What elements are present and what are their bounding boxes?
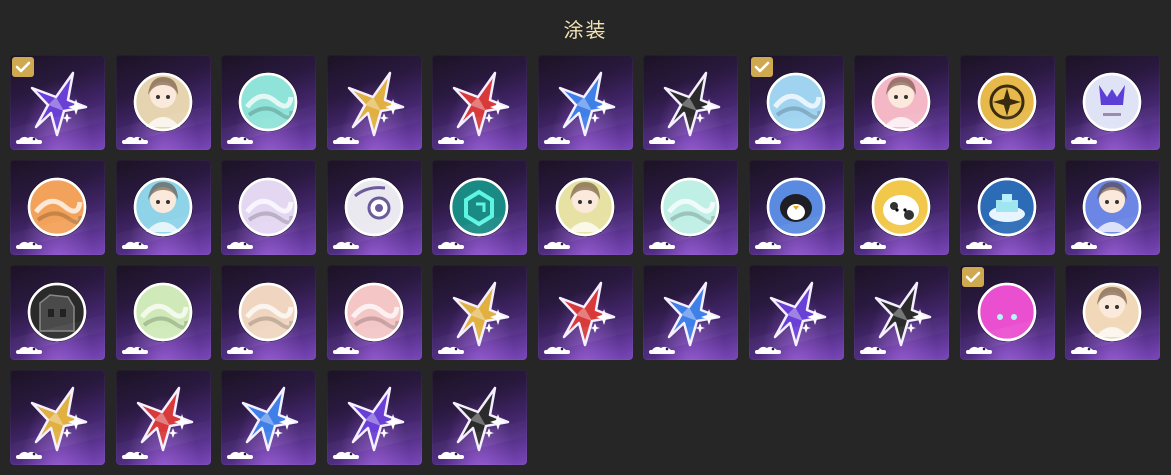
equipped-check-icon <box>961 267 984 287</box>
vehicle-type-icon <box>860 240 886 250</box>
skin-tile[interactable] <box>537 265 633 360</box>
vehicle-type-icon <box>1071 345 1097 355</box>
vehicle-type-icon <box>16 240 42 250</box>
vehicle-type-icon <box>121 345 148 355</box>
skin-tile[interactable] <box>537 55 633 150</box>
skin-tile[interactable] <box>959 160 1055 255</box>
skin-tile[interactable] <box>643 160 738 255</box>
skin-tile[interactable] <box>326 160 422 255</box>
skin-tile[interactable] <box>643 55 738 150</box>
vehicle-type-icon <box>649 345 675 355</box>
skin-tile[interactable] <box>221 55 316 150</box>
vehicle-type-icon <box>438 450 464 460</box>
vehicle-type-icon <box>332 345 359 355</box>
equipped-check-icon <box>750 57 773 77</box>
skin-tile[interactable] <box>959 265 1055 360</box>
vehicle-type-icon <box>121 450 148 460</box>
skin-tile[interactable] <box>432 370 527 465</box>
vehicle-type-icon <box>965 345 992 355</box>
skin-tile[interactable] <box>854 160 949 255</box>
skin-tile[interactable] <box>1065 265 1160 360</box>
vehicle-type-icon <box>16 345 42 355</box>
vehicle-type-icon <box>227 345 253 355</box>
skin-tile[interactable] <box>748 55 844 150</box>
vehicle-type-icon <box>965 135 992 145</box>
skin-tile[interactable] <box>1065 160 1160 255</box>
vehicle-type-icon <box>438 135 464 145</box>
vehicle-type-icon <box>649 135 675 145</box>
skin-tile[interactable] <box>115 55 211 150</box>
skin-tile[interactable] <box>221 370 316 465</box>
skin-tile[interactable] <box>221 160 316 255</box>
vehicle-type-icon <box>1071 240 1097 250</box>
panel-title: 涂装 <box>563 18 608 42</box>
skin-tile[interactable] <box>10 370 105 465</box>
skin-tile[interactable] <box>221 265 316 360</box>
skin-tile[interactable] <box>432 55 527 150</box>
vehicle-type-icon <box>438 240 464 250</box>
vehicle-type-icon <box>965 240 992 250</box>
vehicle-type-icon <box>1071 135 1097 145</box>
skin-tile[interactable] <box>326 370 422 465</box>
vehicle-type-icon <box>16 135 42 145</box>
vehicle-type-icon <box>860 345 886 355</box>
skin-tile[interactable] <box>432 265 527 360</box>
skin-tile[interactable] <box>115 370 211 465</box>
vehicle-type-icon <box>332 135 359 145</box>
skin-tile[interactable] <box>115 265 211 360</box>
skin-tile[interactable] <box>10 160 105 255</box>
vehicle-type-icon <box>543 345 570 355</box>
skin-tile[interactable] <box>959 55 1055 150</box>
skin-tile[interactable] <box>643 265 738 360</box>
vehicle-type-icon <box>543 135 570 145</box>
vehicle-type-icon <box>754 135 781 145</box>
skin-tile[interactable] <box>854 265 949 360</box>
vehicle-type-icon <box>332 450 359 460</box>
vehicle-type-icon <box>543 240 570 250</box>
vehicle-type-icon <box>227 450 253 460</box>
vehicle-type-icon <box>227 135 253 145</box>
vehicle-type-icon <box>121 240 148 250</box>
skin-tile[interactable] <box>10 265 105 360</box>
skin-tile[interactable] <box>1065 55 1160 150</box>
skin-tile[interactable] <box>115 160 211 255</box>
skin-tile[interactable] <box>748 265 844 360</box>
skin-tile[interactable] <box>748 160 844 255</box>
vehicle-type-icon <box>332 240 359 250</box>
vehicle-type-icon <box>121 135 148 145</box>
vehicle-type-icon <box>649 240 675 250</box>
skin-tile[interactable] <box>432 160 527 255</box>
skin-tile[interactable] <box>326 55 422 150</box>
vehicle-type-icon <box>754 345 781 355</box>
skin-tile[interactable] <box>537 160 633 255</box>
vehicle-type-icon <box>860 135 886 145</box>
vehicle-type-icon <box>438 345 464 355</box>
vehicle-type-icon <box>16 450 42 460</box>
skin-tile[interactable] <box>854 55 949 150</box>
skin-grid <box>10 55 1160 465</box>
equipped-check-icon <box>12 57 34 77</box>
vehicle-type-icon <box>754 240 781 250</box>
skin-tile[interactable] <box>326 265 422 360</box>
skin-tile[interactable] <box>10 55 105 150</box>
vehicle-type-icon <box>227 240 253 250</box>
